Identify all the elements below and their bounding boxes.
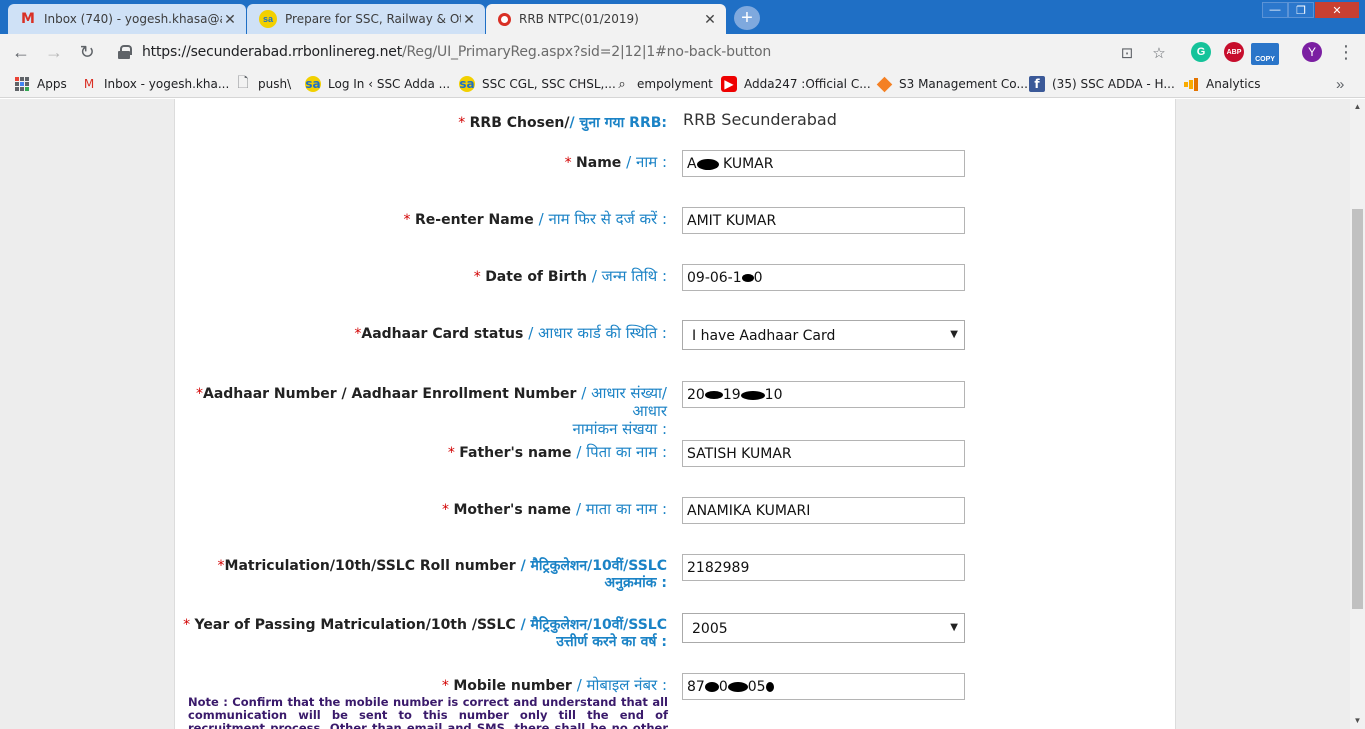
mobile-number-input[interactable]: 87 0 05	[682, 673, 965, 700]
bookmark-push[interactable]: 🗋 push\	[235, 75, 291, 93]
bookmark-analytics[interactable]: Analytics	[1183, 75, 1261, 93]
bookmark-empolyment[interactable]: ⌕ empolyment	[614, 75, 713, 93]
scroll-thumb[interactable]	[1352, 209, 1363, 609]
father-name-label: * Father's name / पिता का नाम :	[447, 443, 667, 462]
close-icon[interactable]: ✕	[702, 11, 718, 27]
bookmark-adda247[interactable]: ▶ Adda247 :Official C...	[721, 75, 871, 93]
page-viewport: * RRB Chosen// चुना गया RRB: RRB Secunde…	[0, 99, 1350, 729]
address-bar[interactable]: https://secunderabad.rrbonlinereg.net/Re…	[108, 38, 1180, 66]
close-icon[interactable]: ✕	[222, 11, 238, 27]
aws-cube-icon	[876, 76, 892, 92]
bookmark-label: push\	[258, 77, 292, 91]
mobile-note: Note : Confirm that the mobile number is…	[188, 695, 668, 729]
tab-title: Prepare for SSC, Railway & Other	[285, 12, 461, 26]
bookmark-label: SSC CGL, SSC CHSL,...	[482, 77, 616, 91]
bookmark-s3[interactable]: S3 Management Co...	[876, 75, 1028, 93]
gmail-icon: M	[83, 77, 95, 91]
dropdown-caret-icon: ▼	[950, 329, 958, 340]
bookmark-facebook[interactable]: f (35) SSC ADDA - H...	[1029, 75, 1175, 93]
facebook-icon: f	[1029, 76, 1045, 92]
tab-rrb-ntpc[interactable]: RRB NTPC(01/2019) ✕	[486, 4, 726, 34]
sscadda-icon: sa	[259, 10, 277, 28]
registration-form: * RRB Chosen// चुना गया RRB: RRB Secunde…	[174, 99, 1176, 729]
bookmark-label: Adda247 :Official C...	[744, 77, 871, 91]
dob-input[interactable]: 09-06-1 0	[682, 264, 965, 291]
bookmark-label: S3 Management Co...	[899, 77, 1028, 91]
tab-title: Inbox (740) - yogesh.khasa@add	[44, 12, 222, 26]
page-scrollbar[interactable]: ▲ ▼	[1350, 99, 1365, 729]
reenter-name-input[interactable]: AMIT KUMAR	[682, 207, 965, 234]
back-arrow-icon[interactable]: ←	[10, 41, 32, 63]
bookmark-login-sscadda[interactable]: sa Log In ‹ SSC Adda ...	[305, 75, 450, 93]
star-icon[interactable]: ☆	[1150, 44, 1168, 62]
more-menu-icon[interactable]: ⋮	[1337, 42, 1355, 62]
bookmark-label: Apps	[37, 77, 67, 91]
mother-name-label: * Mother's name / माता का नाम :	[442, 500, 667, 519]
tab-title: RRB NTPC(01/2019)	[519, 12, 639, 26]
search-icon: ⌕	[618, 76, 626, 92]
rrb-icon	[498, 12, 511, 26]
bookmarks-bar: Apps M Inbox - yogesh.kha... 🗋 push\ sa …	[0, 70, 1365, 98]
bookmark-label: Inbox - yogesh.kha...	[104, 77, 230, 91]
profile-avatar[interactable]: Y	[1302, 42, 1322, 62]
scroll-down-arrow-icon[interactable]: ▼	[1350, 713, 1365, 727]
copy-extension-icon[interactable]: COPY	[1251, 43, 1279, 65]
gmail-icon: M	[21, 11, 35, 27]
aadhaar-status-label: *Aadhaar Card status / आधार कार्ड की स्थ…	[354, 324, 667, 343]
browser-toolbar: ← → ↻ https://secunderabad.rrbonlinereg.…	[0, 34, 1365, 70]
url-text: https://secunderabad.rrbonlinereg.net/Re…	[142, 44, 772, 60]
aadhaar-number-input[interactable]: 20 19 10	[682, 381, 965, 408]
year-of-passing-select[interactable]: 2005 ▼	[682, 613, 965, 643]
father-name-input[interactable]: SATISH KUMAR	[682, 440, 965, 467]
new-tab-button[interactable]: +	[734, 6, 760, 30]
tab-strip: M Inbox (740) - yogesh.khasa@add ✕ sa Pr…	[0, 0, 1365, 34]
name-input[interactable]: A KUMAR	[682, 150, 965, 177]
mobile-number-label: * Mobile number / मोबाइल नंबर :	[441, 676, 667, 695]
bookmark-ssc-cgl[interactable]: sa SSC CGL, SSC CHSL,...	[459, 75, 616, 93]
reload-icon[interactable]: ↻	[76, 41, 98, 63]
bookmark-label: Analytics	[1206, 77, 1261, 91]
dob-label: * Date of Birth / जन्म तिथि :	[473, 267, 667, 286]
chevron-right-icon[interactable]: »	[1336, 76, 1344, 93]
rrb-chosen-value: RRB Secunderabad	[683, 110, 837, 129]
apps-grid-icon	[14, 76, 30, 92]
forward-arrow-icon[interactable]: →	[43, 41, 65, 63]
youtube-icon: ▶	[721, 76, 737, 92]
bookmark-label: empolyment	[637, 77, 713, 91]
tab-gmail-inbox[interactable]: M Inbox (740) - yogesh.khasa@add ✕	[8, 4, 246, 34]
mother-name-input[interactable]: ANAMIKA KUMARI	[682, 497, 965, 524]
analytics-icon	[1183, 76, 1199, 92]
translate-icon[interactable]: ⊡	[1118, 44, 1136, 62]
bookmark-label: (35) SSC ADDA - H...	[1052, 77, 1175, 91]
bookmark-inbox[interactable]: M Inbox - yogesh.kha...	[81, 75, 229, 93]
bookmark-apps[interactable]: Apps	[14, 75, 67, 93]
sscadda-icon: sa	[459, 76, 475, 92]
dropdown-caret-icon: ▼	[950, 622, 958, 633]
year-of-passing-label: * Year of Passing Matriculation/10th /SS…	[183, 617, 667, 650]
roll-number-label: *Matriculation/10th/SSLC Roll number / म…	[217, 558, 667, 591]
aadhaar-number-label: *Aadhaar Number / Aadhaar Enrollment Num…	[195, 384, 667, 438]
tab-sscadda[interactable]: sa Prepare for SSC, Railway & Other ✕	[247, 4, 485, 34]
adblock-extension-icon[interactable]: ABP	[1224, 42, 1244, 62]
window-close-button[interactable]: ✕	[1315, 2, 1359, 18]
sscadda-icon: sa	[305, 76, 321, 92]
bookmark-label: Log In ‹ SSC Adda ...	[328, 77, 451, 91]
maximize-button[interactable]: ❐	[1288, 2, 1314, 18]
minimize-button[interactable]: —	[1262, 2, 1288, 18]
page-icon: 🗋	[237, 75, 249, 91]
grammarly-extension-icon[interactable]: G	[1191, 42, 1211, 62]
roll-number-input[interactable]: 2182989	[682, 554, 965, 581]
rrb-chosen-label: * RRB Chosen// चुना गया RRB:	[458, 115, 667, 131]
lock-icon	[118, 45, 132, 59]
reenter-name-label: * Re-enter Name / नाम फिर से दर्ज करें :	[403, 210, 667, 229]
close-icon[interactable]: ✕	[461, 11, 477, 27]
aadhaar-status-select[interactable]: I have Aadhaar Card ▼	[682, 320, 965, 350]
scroll-up-arrow-icon[interactable]: ▲	[1350, 99, 1365, 113]
name-label: * Name / नाम :	[564, 153, 667, 172]
